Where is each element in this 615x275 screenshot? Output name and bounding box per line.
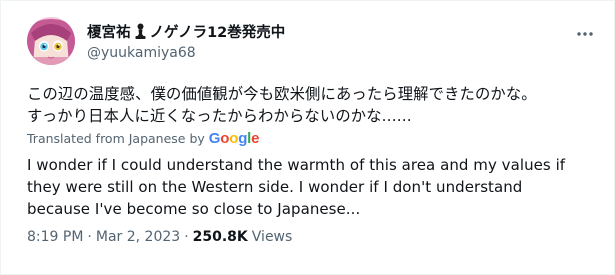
google-logo: Google	[209, 130, 260, 147]
views-label: Views	[251, 229, 293, 245]
more-button[interactable]	[572, 21, 598, 47]
translation-line: because I've become so close to Japanese…	[27, 200, 361, 218]
chess-pawn-icon	[135, 23, 145, 39]
original-line: この辺の温度感、僕の価値観が今も欧米側にあったら理解できたのかな。	[27, 85, 537, 103]
meta-separator: ·	[184, 229, 189, 245]
tweet-time[interactable]: 8:19 PM	[27, 229, 83, 245]
more-horizontal-icon	[577, 32, 593, 36]
author-name-suffix[interactable]: ノゲノラ12巻発売中	[150, 21, 286, 42]
tweet-meta: 8:19 PM · Mar 2, 2023 · 250.8K Views	[27, 229, 292, 245]
meta-separator: ·	[87, 229, 92, 245]
views-count: 250.8K	[192, 229, 248, 245]
avatar-image	[27, 17, 75, 65]
google-logo-text: Google	[208, 130, 260, 147]
translation-line: they were still on the Western side. I w…	[27, 178, 523, 196]
translated-label: Translated from Japanese by	[27, 131, 205, 146]
original-line: すっかり日本人に近くなったからわからないのかな......	[27, 107, 412, 125]
author-handle[interactable]: @yuukamiya68	[87, 45, 196, 61]
tweet-translation-text: I wonder if I could understand the warmt…	[27, 154, 607, 220]
translation-line: I wonder if I could understand the warmt…	[27, 156, 566, 174]
tweet-date[interactable]: Mar 2, 2023	[96, 229, 180, 245]
translation-attribution[interactable]: Translated from Japanese by Google	[27, 130, 260, 147]
author-name-prefix[interactable]: 榎宮祐	[87, 21, 131, 42]
author-name-row[interactable]: 榎宮祐 ノゲノラ12巻発売中	[87, 21, 285, 42]
tweet-card: 榎宮祐 ノゲノラ12巻発売中 @yuukamiya68 この辺の温度感、僕の価値…	[0, 0, 615, 275]
avatar[interactable]	[27, 17, 75, 65]
tweet-original-text: この辺の温度感、僕の価値観が今も欧米側にあったら理解できたのかな。 すっかり日本…	[27, 83, 602, 127]
